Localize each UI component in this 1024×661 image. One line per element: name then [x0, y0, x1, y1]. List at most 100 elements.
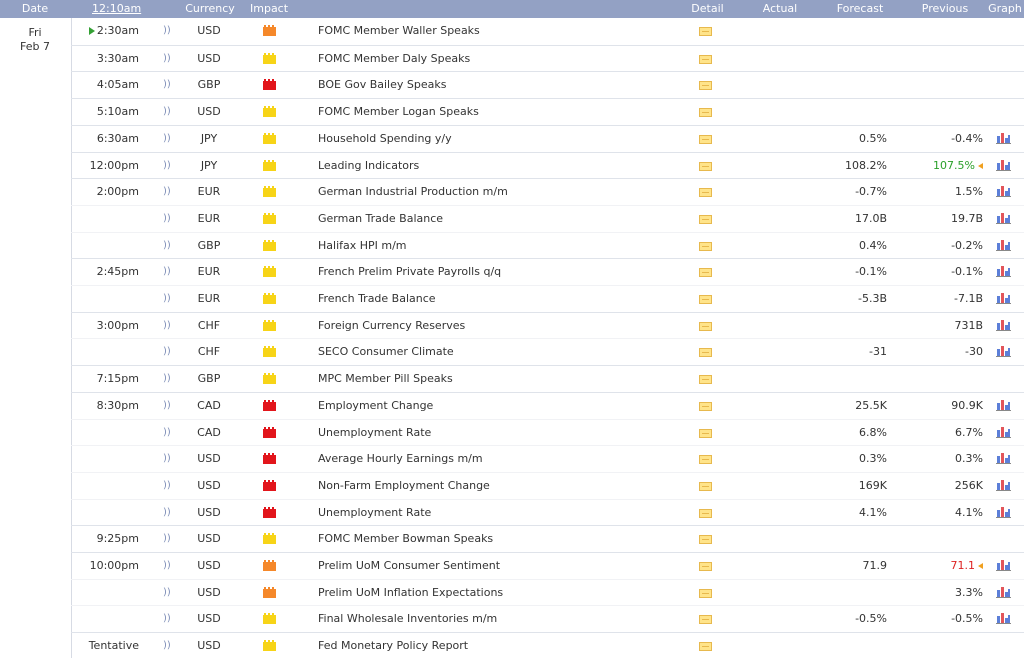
signal-icon[interactable]: ))	[163, 446, 173, 472]
event-row[interactable]: 3:00pm)) CHF Foreign Currency Reserves 731B	[71, 311, 1024, 340]
event-row[interactable]: )) USD Prelim UoM Inflation Expectations 3.…	[71, 578, 1024, 607]
detail-folder-icon[interactable]	[699, 259, 715, 285]
impact-icon[interactable]	[263, 420, 279, 446]
signal-icon[interactable]: ))	[163, 72, 173, 98]
graph-icon[interactable]	[996, 446, 1014, 472]
detail-folder-icon[interactable]	[699, 153, 715, 179]
event-row[interactable]: )) CAD Unemployment Rate 6.8% 6.7%	[71, 418, 1024, 447]
detail-folder-icon[interactable]	[699, 46, 715, 72]
event-title[interactable]: Average Hourly Earnings m/m	[318, 446, 678, 472]
detail-folder-icon[interactable]	[699, 446, 715, 472]
signal-icon[interactable]: ))	[163, 46, 173, 72]
detail-folder-icon[interactable]	[699, 500, 715, 526]
event-row[interactable]: )) CHF SECO Consumer Climate -31 -30	[71, 338, 1024, 366]
event-title[interactable]: FOMC Member Waller Speaks	[318, 18, 678, 44]
signal-icon[interactable]: ))	[163, 633, 173, 659]
revised-arrow-icon[interactable]	[978, 162, 983, 169]
event-title[interactable]: Halifax HPI m/m	[318, 233, 678, 259]
graph-icon[interactable]	[996, 179, 1014, 205]
signal-icon[interactable]: ))	[163, 18, 173, 44]
signal-icon[interactable]: ))	[163, 179, 173, 205]
impact-icon[interactable]	[263, 580, 279, 606]
signal-icon[interactable]: ))	[163, 153, 173, 179]
event-title[interactable]: Household Spending y/y	[318, 126, 678, 152]
detail-folder-icon[interactable]	[699, 126, 715, 152]
event-title[interactable]: French Trade Balance	[318, 286, 678, 312]
signal-icon[interactable]: ))	[163, 259, 173, 285]
event-row[interactable]: )) USD Final Wholesale Inventories m/m -0.5…	[71, 605, 1024, 633]
detail-folder-icon[interactable]	[699, 553, 715, 579]
event-row[interactable]: 6:30am)) JPY Household Spending y/y 0.5% -0.…	[71, 124, 1024, 153]
event-title[interactable]: Employment Change	[318, 393, 678, 419]
event-title[interactable]: FOMC Member Daly Speaks	[318, 46, 678, 72]
event-title[interactable]: SECO Consumer Climate	[318, 339, 678, 365]
revised-arrow-icon[interactable]	[978, 563, 983, 569]
event-title[interactable]: French Prelim Private Payrolls q/q	[318, 259, 678, 285]
header-time-link[interactable]: 12:10am	[92, 0, 142, 18]
signal-icon[interactable]: ))	[163, 473, 173, 499]
signal-icon[interactable]: ))	[163, 313, 173, 339]
signal-icon[interactable]: ))	[163, 99, 173, 125]
event-row[interactable]: 7:15pm)) GBP MPC Member Pill Speaks	[71, 365, 1024, 393]
event-row[interactable]: Tentative)) USD Fed Monetary Policy Report	[71, 632, 1024, 660]
signal-icon[interactable]: ))	[163, 339, 173, 365]
graph-icon[interactable]	[996, 206, 1014, 232]
signal-icon[interactable]: ))	[163, 233, 173, 259]
event-row[interactable]: 2:30am)) USD FOMC Member Waller Speaks	[71, 18, 1024, 45]
event-row[interactable]: )) EUR German Trade Balance 17.0B 19.7B	[71, 204, 1024, 233]
impact-icon[interactable]	[263, 313, 279, 339]
signal-icon[interactable]: ))	[163, 286, 173, 312]
impact-icon[interactable]	[263, 446, 279, 472]
detail-folder-icon[interactable]	[699, 393, 715, 419]
impact-icon[interactable]	[263, 153, 279, 179]
event-row[interactable]: 2:45pm)) EUR French Prelim Private Payroll…	[71, 258, 1024, 286]
signal-icon[interactable]: ))	[163, 500, 173, 526]
impact-icon[interactable]	[263, 606, 279, 632]
event-title[interactable]: Foreign Currency Reserves	[318, 313, 678, 339]
impact-icon[interactable]	[263, 46, 279, 72]
event-title[interactable]: Fed Monetary Policy Report	[318, 633, 678, 659]
graph-icon[interactable]	[996, 126, 1014, 152]
impact-icon[interactable]	[263, 473, 279, 499]
detail-folder-icon[interactable]	[699, 313, 715, 339]
detail-folder-icon[interactable]	[699, 286, 715, 312]
graph-icon[interactable]	[996, 286, 1014, 312]
signal-icon[interactable]: ))	[163, 206, 173, 232]
detail-folder-icon[interactable]	[699, 473, 715, 499]
detail-folder-icon[interactable]	[699, 18, 715, 44]
detail-folder-icon[interactable]	[699, 233, 715, 259]
event-title[interactable]: Unemployment Rate	[318, 500, 678, 526]
signal-icon[interactable]: ))	[163, 366, 173, 392]
graph-icon[interactable]	[996, 233, 1014, 259]
graph-icon[interactable]	[996, 153, 1014, 179]
event-title[interactable]: BOE Gov Bailey Speaks	[318, 72, 678, 98]
impact-icon[interactable]	[263, 179, 279, 205]
event-row[interactable]: )) GBP Halifax HPI m/m 0.4% -0.2%	[71, 231, 1024, 260]
event-title[interactable]: FOMC Member Logan Speaks	[318, 99, 678, 125]
detail-folder-icon[interactable]	[699, 99, 715, 125]
signal-icon[interactable]: ))	[163, 580, 173, 606]
event-row[interactable]: 4:05am)) GBP BOE Gov Bailey Speaks	[71, 71, 1024, 99]
event-row[interactable]: 5:10am)) USD FOMC Member Logan Speaks	[71, 98, 1024, 126]
event-row[interactable]: )) USD Unemployment Rate 4.1% 4.1%	[71, 498, 1024, 527]
event-row[interactable]: 3:30am)) USD FOMC Member Daly Speaks	[71, 44, 1024, 73]
signal-icon[interactable]: ))	[163, 553, 173, 579]
impact-icon[interactable]	[263, 339, 279, 365]
detail-folder-icon[interactable]	[699, 526, 715, 552]
event-row[interactable]: )) USD Average Hourly Earnings m/m 0.3% 0.3%	[71, 445, 1024, 473]
event-row[interactable]: 8:30pm)) CAD Employment Change 25.5K 90.9K	[71, 391, 1024, 420]
impact-icon[interactable]	[263, 393, 279, 419]
impact-icon[interactable]	[263, 526, 279, 552]
graph-icon[interactable]	[996, 553, 1014, 579]
event-row[interactable]: 10:00pm)) USD Prelim UoM Consumer Sentimen…	[71, 552, 1024, 580]
event-title[interactable]: Leading Indicators	[318, 153, 678, 179]
detail-folder-icon[interactable]	[699, 339, 715, 365]
detail-folder-icon[interactable]	[699, 206, 715, 232]
impact-icon[interactable]	[263, 366, 279, 392]
event-title[interactable]: Unemployment Rate	[318, 420, 678, 446]
impact-icon[interactable]	[263, 553, 279, 579]
detail-folder-icon[interactable]	[699, 606, 715, 632]
graph-icon[interactable]	[996, 580, 1014, 606]
event-title[interactable]: Prelim UoM Inflation Expectations	[318, 580, 678, 606]
impact-icon[interactable]	[263, 633, 279, 659]
